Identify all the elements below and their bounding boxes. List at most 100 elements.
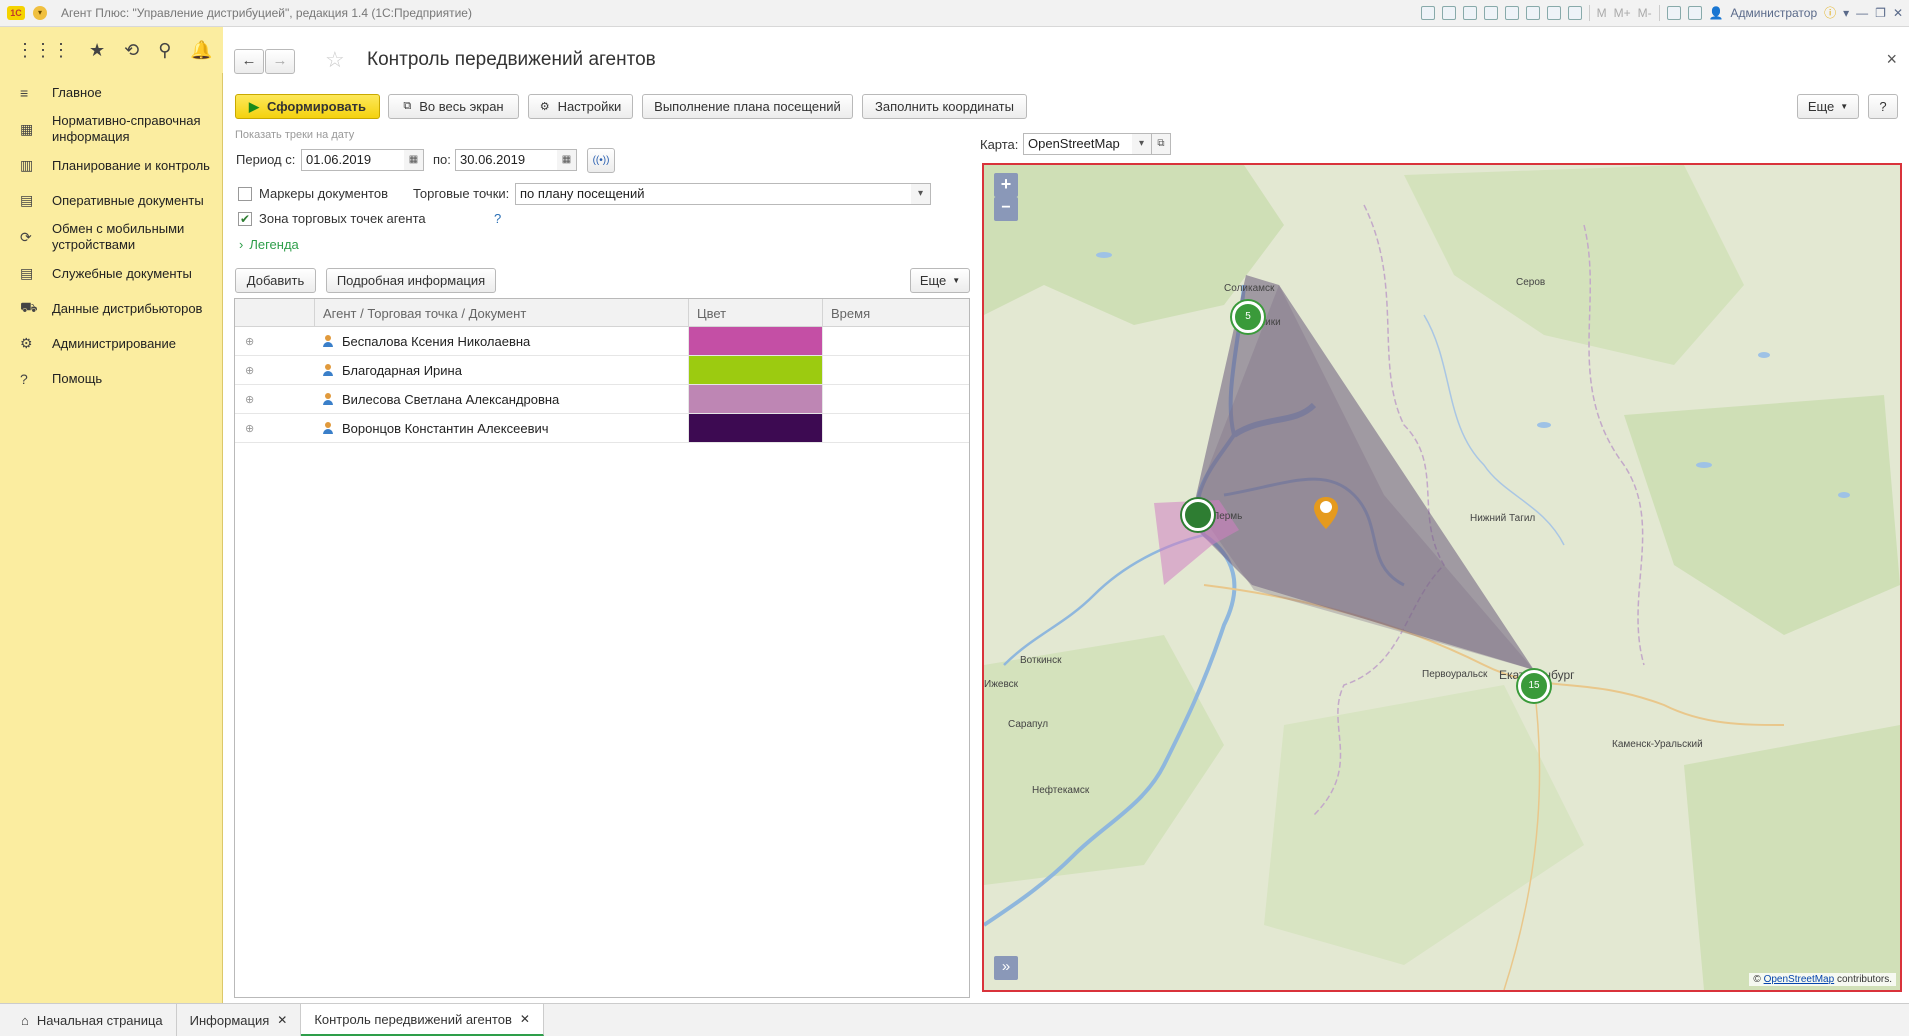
color-swatch[interactable] xyxy=(689,414,823,442)
memory-button[interactable]: M xyxy=(1597,6,1607,20)
column-header-time[interactable]: Время xyxy=(823,299,953,326)
table-row[interactable]: ⊕ Благодарная Ирина xyxy=(235,356,969,385)
table-row[interactable]: ⊕ Воронцов Константин Алексеевич xyxy=(235,414,969,443)
agent-icon xyxy=(322,392,334,406)
info-icon[interactable]: ⓘ xyxy=(1824,4,1836,21)
period-from-input[interactable]: 01.06.2019 xyxy=(301,149,405,171)
sidebar-item-administration[interactable]: ⚙ Администрирование xyxy=(0,326,222,361)
memory-minus-button[interactable]: M- xyxy=(1638,6,1652,20)
close-window-icon[interactable]: ✕ xyxy=(1893,6,1903,20)
back-button[interactable]: ← xyxy=(234,49,264,74)
zone-help-icon[interactable]: ? xyxy=(494,211,501,226)
favorites-icon[interactable]: ★ xyxy=(89,40,105,61)
close-tab-icon[interactable]: ✕ xyxy=(520,1012,530,1026)
add-button[interactable]: Добавить xyxy=(235,268,316,293)
history-icon[interactable]: ⟲ xyxy=(124,40,139,61)
calendar-icon[interactable] xyxy=(1567,5,1582,20)
calculator-icon[interactable] xyxy=(1546,5,1561,20)
expand-panel-button[interactable]: » xyxy=(994,956,1018,980)
column-header-color[interactable]: Цвет xyxy=(689,299,823,326)
chevron-down-icon[interactable]: ▾ xyxy=(1132,133,1152,155)
sidebar-item-operational-docs[interactable]: ▤ Оперативные документы xyxy=(0,183,222,218)
tab-information[interactable]: Информация ✕ xyxy=(177,1004,302,1036)
chevron-down-icon[interactable]: ▾ xyxy=(1843,6,1849,20)
osm-link[interactable]: OpenStreetMap xyxy=(1764,974,1835,985)
generate-button[interactable]: ▶ Сформировать xyxy=(235,94,380,119)
cluster-marker[interactable]: 15 xyxy=(1518,670,1550,702)
help-button[interactable]: ? xyxy=(1868,94,1898,119)
sidebar-item-main[interactable]: ≡ Главное xyxy=(0,75,222,110)
sidebar-item-distributor-data[interactable]: ⛟ Данные дистрибьюторов xyxy=(0,291,222,326)
sidebar-item-service-docs[interactable]: ▤ Служебные документы xyxy=(0,256,222,291)
sidebar-item-mobile-exchange[interactable]: ⟳ Обмен с мобильными устройствами xyxy=(0,218,222,256)
memory-plus-button[interactable]: M+ xyxy=(1614,6,1631,20)
visit-plan-button[interactable]: Выполнение плана посещений xyxy=(642,94,853,119)
sidebar-item-reference[interactable]: ▦ Нормативно-справочная информация xyxy=(0,110,222,148)
document-markers-checkbox[interactable] xyxy=(238,187,252,201)
expand-row-icon[interactable]: ⊕ xyxy=(235,385,315,413)
main-menu-icon[interactable]: ▾ xyxy=(33,6,47,20)
table-more-button[interactable]: Еще ▼ xyxy=(910,268,970,293)
mail-icon[interactable] xyxy=(1483,5,1498,20)
tab-home[interactable]: ⌂ Начальная страница xyxy=(8,1004,177,1036)
open-map-icon[interactable]: ⧉ xyxy=(1151,133,1171,155)
user-name[interactable]: Администратор xyxy=(1731,6,1818,20)
map-provider-select[interactable]: OpenStreetMap xyxy=(1023,133,1133,155)
expand-row-icon[interactable]: ⊕ xyxy=(235,414,315,442)
cluster-marker-perm[interactable] xyxy=(1182,499,1214,531)
print-icon[interactable] xyxy=(1441,5,1456,20)
expand-row-icon[interactable]: ⊕ xyxy=(235,327,315,355)
city-label: Ижевск xyxy=(984,679,1019,690)
details-button[interactable]: Подробная информация xyxy=(326,268,496,293)
color-swatch[interactable] xyxy=(689,385,823,413)
forward-button[interactable]: → xyxy=(265,49,295,74)
column-header-agent[interactable]: Агент / Торговая точка / Документ xyxy=(315,299,689,326)
favorite-star-icon[interactable]: ☆ xyxy=(325,47,345,73)
period-to-input[interactable]: 30.06.2019 xyxy=(455,149,558,171)
cluster-marker[interactable]: 5 xyxy=(1232,301,1264,333)
fill-coordinates-button[interactable]: Заполнить координаты xyxy=(862,94,1027,119)
agents-table[interactable]: Агент / Торговая точка / Документ Цвет В… xyxy=(234,298,970,998)
map-view[interactable]: Соликамск Березники Серов Пермь Нижний Т… xyxy=(982,163,1902,992)
more-menu-button[interactable]: Еще ▼ xyxy=(1797,94,1859,119)
table-row[interactable]: ⊕ Беспалова Ксения Николаевна xyxy=(235,327,969,356)
sidebar-item-planning[interactable]: ▥ Планирование и контроль xyxy=(0,148,222,183)
gear-icon: ⚙ xyxy=(20,335,33,351)
agent-zone-checkbox[interactable]: ✔ xyxy=(238,212,252,226)
table-row[interactable]: ⊕ Вилесова Светлана Александровна xyxy=(235,385,969,414)
tab-label: Начальная страница xyxy=(36,1012,163,1028)
map-label: Карта: xyxy=(980,137,1019,152)
calendar-icon[interactable]: ▦ xyxy=(404,149,424,171)
color-swatch[interactable] xyxy=(689,327,823,355)
map-canvas[interactable]: Соликамск Березники Серов Пермь Нижний Т… xyxy=(984,165,1900,990)
preview-icon[interactable] xyxy=(1462,5,1477,20)
notifications-icon[interactable]: 🔔 xyxy=(190,40,212,61)
legend-label: Легенда xyxy=(249,237,299,252)
legend-toggle[interactable]: › Легенда xyxy=(239,237,299,252)
chevron-down-icon[interactable]: ▾ xyxy=(911,183,931,205)
zoom-in-button[interactable]: + xyxy=(994,173,1018,197)
marker-dot xyxy=(1320,501,1332,513)
trade-points-select[interactable]: по плану посещений xyxy=(515,183,912,205)
send-icon[interactable] xyxy=(1504,5,1519,20)
color-swatch[interactable] xyxy=(689,356,823,384)
all-sections-icon[interactable]: ⋮⋮⋮ xyxy=(16,40,70,61)
fullscreen-button[interactable]: ⧉ Во весь экран xyxy=(388,94,519,119)
settings-button[interactable]: ⚙ Настройки xyxy=(528,94,633,119)
zoom-icon[interactable] xyxy=(1666,5,1681,20)
search-icon[interactable]: ⚲ xyxy=(158,40,171,61)
spreadsheet-icon[interactable] xyxy=(1525,5,1540,20)
expand-row-icon[interactable]: ⊕ xyxy=(235,356,315,384)
restore-icon[interactable]: ❐ xyxy=(1875,6,1886,20)
page-title: Контроль передвижений агентов xyxy=(367,49,656,70)
close-form-icon[interactable]: × xyxy=(1886,49,1897,70)
panels-icon[interactable] xyxy=(1687,5,1702,20)
save-icon[interactable] xyxy=(1420,5,1435,20)
zoom-out-button[interactable]: − xyxy=(994,197,1018,221)
close-tab-icon[interactable]: ✕ xyxy=(277,1013,287,1027)
sidebar-item-help[interactable]: ? Помощь xyxy=(0,361,222,396)
tab-agent-movement[interactable]: Контроль передвижений агентов ✕ xyxy=(301,1004,544,1036)
minimize-icon[interactable]: — xyxy=(1856,6,1868,20)
calendar-icon[interactable]: ▦ xyxy=(557,149,577,171)
live-tracking-icon[interactable]: ((•)) xyxy=(587,148,615,173)
